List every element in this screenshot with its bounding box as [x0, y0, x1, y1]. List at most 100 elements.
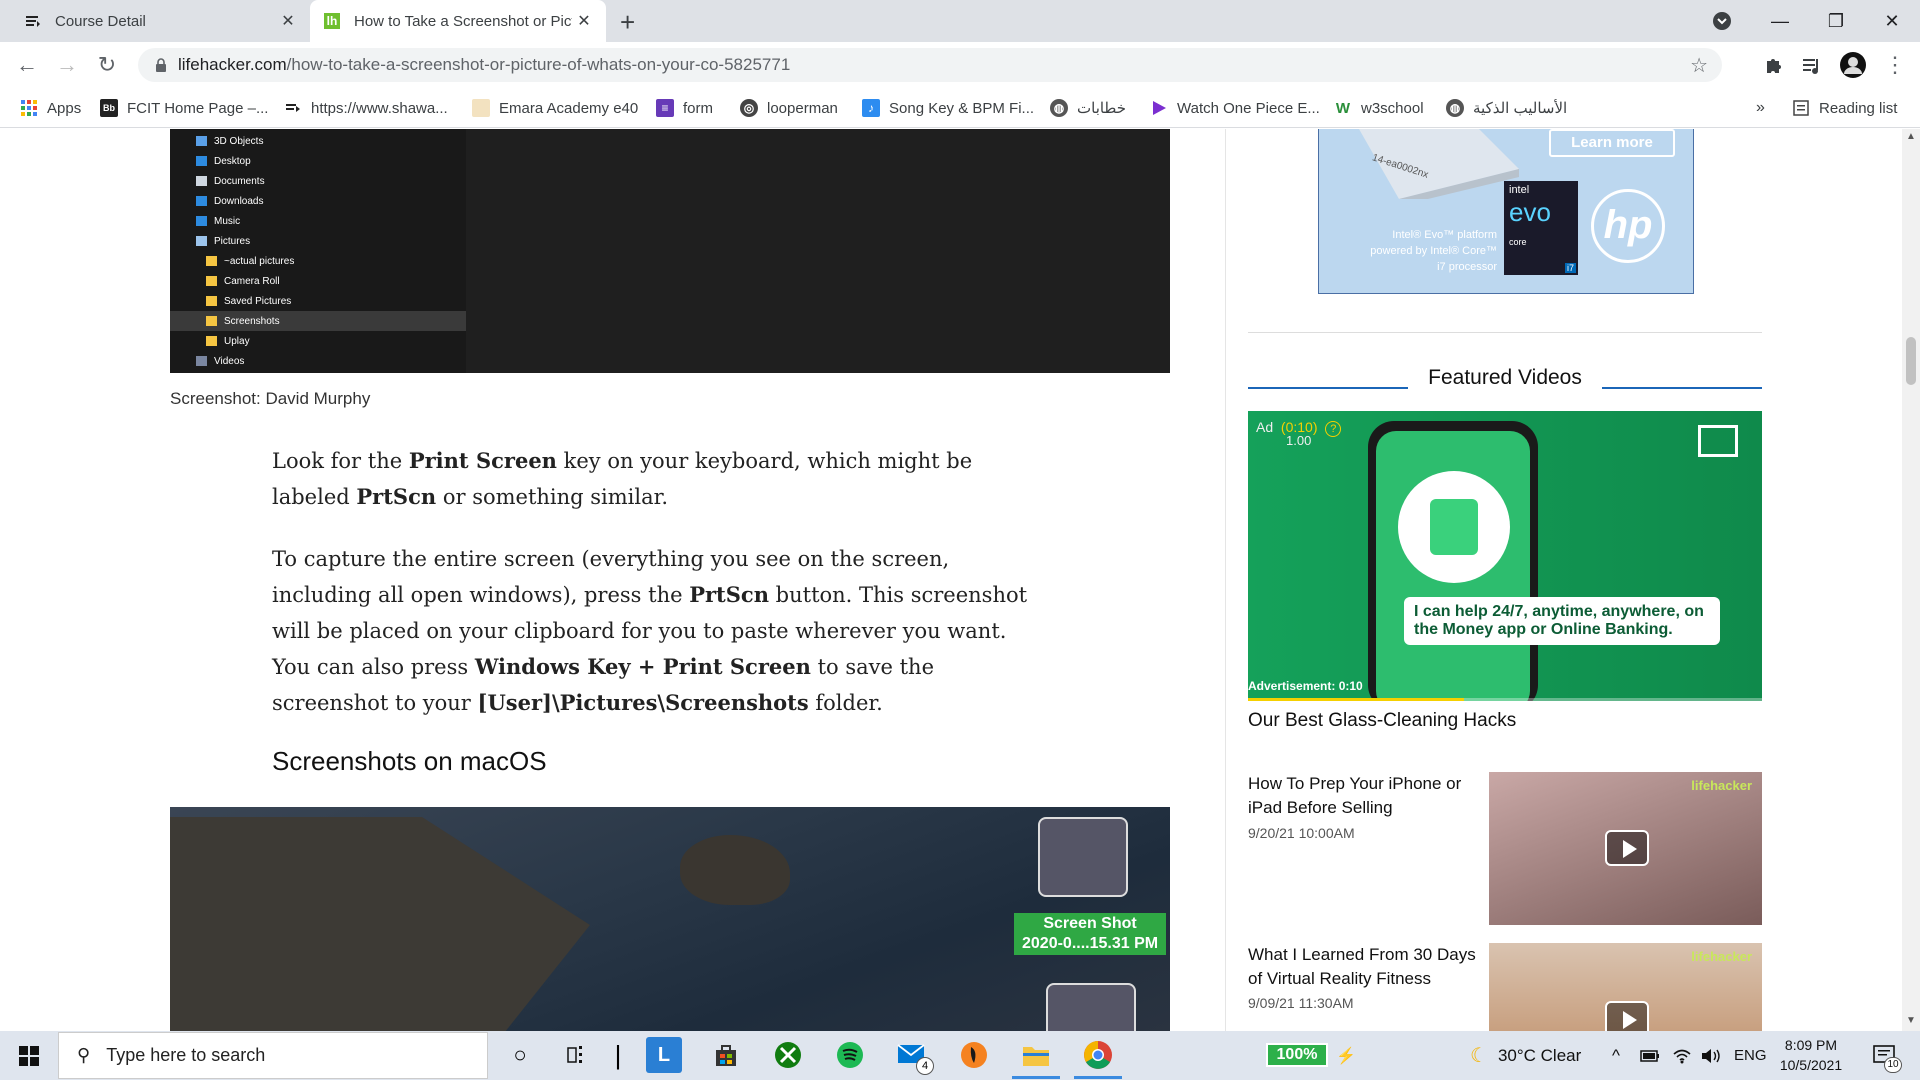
taskbar-clock[interactable]: 8:09 PM 10/5/2021 — [1766, 1035, 1856, 1075]
globe-icon: ◍ — [1050, 99, 1068, 117]
plug-icon[interactable]: ⚡ — [1336, 1031, 1356, 1080]
bookmark-khitabat[interactable]: ◍ خطابات — [1050, 96, 1126, 120]
lifehacker-favicon-icon: lh — [324, 13, 340, 29]
bookmark-emara[interactable]: Emara Academy e40 — [472, 96, 638, 120]
tab-title: How to Take a Screenshot or Pict — [354, 12, 572, 30]
app-l-icon[interactable]: L — [646, 1037, 682, 1073]
bookmark-w3school[interactable]: W w3school — [1334, 96, 1424, 120]
course-favicon-icon — [26, 16, 40, 27]
page-icon — [286, 104, 300, 112]
battery-percent-badge[interactable]: 100% — [1266, 1043, 1328, 1067]
file-explorer-icon[interactable] — [1012, 1037, 1060, 1079]
bookmark-apps[interactable]: Apps — [20, 96, 81, 120]
video-progress-bar[interactable] — [1248, 698, 1762, 701]
weather-widget[interactable]: ☾ 30°C Clear — [1470, 1031, 1581, 1080]
screenshot-thumbnail — [1046, 983, 1136, 1031]
moon-icon: ☾ — [1470, 1045, 1488, 1067]
extensions-puzzle-icon[interactable] — [1760, 52, 1786, 78]
video-timer: 1.00 — [1286, 433, 1312, 448]
spotify-icon[interactable] — [832, 1037, 868, 1073]
bookmark-arabic[interactable]: ◍ الأساليب الذكية — [1446, 96, 1567, 120]
minimize-button[interactable]: — — [1752, 0, 1808, 42]
close-window-button[interactable]: ✕ — [1864, 0, 1920, 42]
play-icon[interactable] — [1605, 830, 1649, 866]
wifi-icon[interactable] — [1672, 1031, 1692, 1080]
address-bar[interactable]: lifehacker.com/how-to-take-a-screenshot-… — [138, 48, 1722, 82]
section-heading: Screenshots on macOS — [272, 746, 547, 776]
browser-menu-icon[interactable]: ⋮ — [1882, 52, 1908, 78]
notification-count-badge: 10 — [1884, 1057, 1902, 1073]
tab-lifehacker[interactable]: lh How to Take a Screenshot or Pict ✕ — [310, 0, 606, 42]
forward-arrow-icon[interactable]: → — [52, 50, 82, 80]
restore-button[interactable]: ❐ — [1808, 0, 1864, 42]
taskbar-divider-icon: | — [614, 1039, 622, 1070]
video-list-date: 9/20/21 10:00AM — [1248, 825, 1355, 841]
browser-toolbar: ← → ↻ lifehacker.com/how-to-take-a-scree… — [0, 42, 1920, 88]
bookmark-looperman[interactable]: ◎ looperman — [740, 96, 838, 120]
tray-chevron-icon[interactable]: ^ — [1612, 1031, 1620, 1080]
video-thumbnail[interactable]: lifehacker — [1489, 943, 1762, 1031]
bookmarks-overflow-icon[interactable]: » — [1756, 96, 1765, 120]
image-caption: Screenshot: David Murphy — [170, 389, 371, 408]
close-tab-icon[interactable]: ✕ — [276, 11, 300, 31]
cortana-icon[interactable]: ○ — [502, 1037, 538, 1073]
tab-search-icon[interactable] — [1694, 0, 1750, 42]
lock-icon[interactable] — [154, 58, 168, 72]
current-video-title[interactable]: Our Best Glass-Cleaning Hacks — [1248, 710, 1516, 732]
new-tab-button[interactable]: + — [620, 7, 635, 38]
play-icon[interactable] — [1605, 1001, 1649, 1031]
bookmark-form[interactable]: ≡ form — [656, 96, 713, 120]
looperman-icon: ◎ — [740, 99, 758, 117]
reload-icon[interactable]: ↻ — [92, 50, 122, 80]
explorer-item: Videos — [196, 351, 244, 371]
screenshot-label: Screen Shot 2020-0....15.31 PM — [1014, 913, 1167, 955]
article-paragraph: Look for the Print Screen key on your ke… — [272, 448, 973, 509]
explorer-item-selected: Screenshots — [170, 311, 466, 331]
close-tab-icon[interactable]: ✕ — [572, 11, 596, 31]
video-list-title[interactable]: How To Prep Your iPhone or iPad Before S… — [1248, 772, 1484, 820]
forms-icon: ≡ — [656, 99, 674, 117]
tab-title: Course Detail — [55, 12, 146, 30]
reading-list-button[interactable]: Reading list — [1792, 96, 1897, 120]
profile-avatar[interactable] — [1840, 52, 1866, 78]
reading-list-icon — [1793, 100, 1809, 116]
scrollbar-thumb[interactable] — [1906, 337, 1916, 385]
xbox-icon[interactable] — [770, 1037, 806, 1073]
explorer-item: Camera Roll — [206, 271, 280, 291]
media-control-icon[interactable] — [1798, 52, 1824, 78]
search-icon: ⚲ — [77, 1045, 91, 1065]
chrome-icon[interactable] — [1074, 1037, 1122, 1079]
notification-center-icon[interactable]: 10 — [1872, 1031, 1902, 1080]
sidebar-divider — [1248, 332, 1762, 333]
battery-icon[interactable] — [1640, 1031, 1660, 1080]
mail-icon[interactable]: 4 — [894, 1037, 934, 1075]
play-triangle-icon — [1153, 101, 1166, 115]
bookmark-songkey[interactable]: ♪ Song Key & BPM Fi... — [862, 96, 1034, 120]
back-arrow-icon[interactable]: ← — [12, 50, 42, 80]
task-view-icon[interactable] — [560, 1037, 596, 1073]
ad-copy: Intel® Evo™ platform powered by Intel® C… — [1370, 229, 1497, 273]
hp-laptop-ad[interactable]: 14-ea0002nx Learn more intel evo core i7… — [1318, 129, 1694, 294]
blackboard-icon: Bb — [100, 99, 118, 117]
url-text: lifehacker.com/how-to-take-a-screenshot-… — [178, 55, 791, 74]
featured-videos-heading: Featured Videos — [1428, 366, 1582, 389]
explorer-item: 3D Objects — [196, 131, 263, 151]
bookmark-onepiece[interactable]: Watch One Piece E... — [1150, 96, 1320, 120]
bookmark-star-icon[interactable]: ☆ — [1690, 53, 1708, 78]
store-icon[interactable] — [708, 1037, 744, 1073]
taskbar-search-box[interactable]: ⚲ Type here to search — [58, 1032, 488, 1079]
bookmark-fcit[interactable]: Bb FCIT Home Page –... — [100, 96, 268, 120]
learn-more-button[interactable]: Learn more — [1549, 129, 1675, 157]
tab-course-detail[interactable]: Course Detail ✕ — [0, 0, 310, 42]
windows-start-icon[interactable] — [0, 1031, 58, 1080]
featured-video-player[interactable]: I can help 24/7, anytime, anywhere, on t… — [1248, 411, 1762, 701]
video-list-title[interactable]: What I Learned From 30 Days of Virtual R… — [1248, 943, 1484, 991]
video-thumbnail[interactable]: lifehacker — [1489, 772, 1762, 925]
bookmark-shawa[interactable]: https://www.shawa... — [284, 96, 448, 120]
explorer-item: Saved Pictures — [206, 291, 291, 311]
language-indicator[interactable]: ENG — [1734, 1031, 1767, 1080]
volume-icon[interactable] — [1700, 1031, 1722, 1080]
explorer-item: Pictures — [196, 231, 250, 251]
fl-studio-icon[interactable] — [956, 1037, 992, 1073]
page-scrollbar[interactable]: ▲ ▼ — [1902, 129, 1920, 1031]
